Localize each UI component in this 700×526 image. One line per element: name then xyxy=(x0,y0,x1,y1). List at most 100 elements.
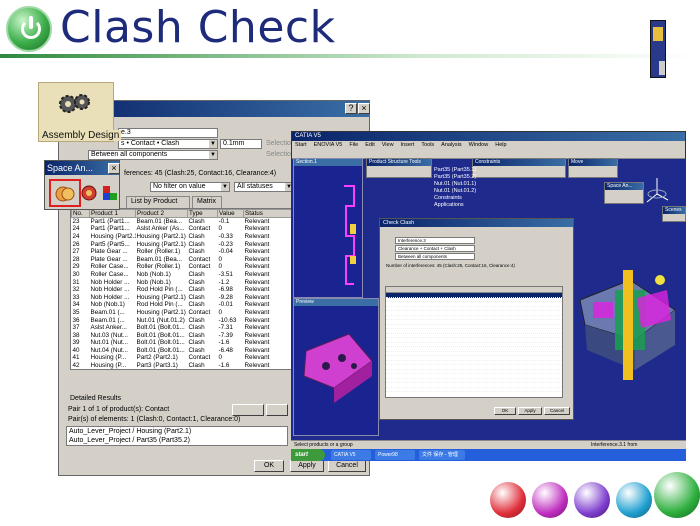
table-cell: -6.48 xyxy=(218,346,233,354)
table-row[interactable]: 35 Beam.01 (... Housing (Part2.1) Contact 0 R… xyxy=(72,308,296,317)
taskbar-item[interactable]: CATIA V5 xyxy=(331,450,371,460)
column-header[interactable]: Product 1 xyxy=(89,209,136,218)
prev-button[interactable] xyxy=(232,404,264,416)
compass-icon[interactable] xyxy=(644,176,670,206)
title-underline xyxy=(0,54,700,58)
table-cell: 26 xyxy=(72,240,80,248)
table-row[interactable]: 24 Housing (Part2.1) Housing (Part2.1) Clas… xyxy=(72,232,296,241)
table-row[interactable]: 39 Nut.01 (Nut... Bolt.01 (Bolt.01... Clash… xyxy=(72,339,296,347)
value-filter-select[interactable]: No filter on value xyxy=(150,182,230,192)
table-cell: Bolt.01 (Bolt.01... xyxy=(136,324,185,332)
table-row[interactable]: 27 Plate Gear ... Roller (Roller.1) Clash -0… xyxy=(72,248,296,256)
tree-item[interactable]: Constraints xyxy=(434,195,476,202)
check-name-field[interactable]: Interference.3 xyxy=(395,237,475,244)
table-cell: Contact xyxy=(188,308,211,316)
table-cell: 24 xyxy=(72,232,80,240)
table-cell: Relevant xyxy=(244,286,270,294)
menu-item[interactable]: Tools xyxy=(421,142,434,148)
clash-icon[interactable] xyxy=(53,183,123,205)
tree-item[interactable]: Part35 (Part35.1) xyxy=(434,167,476,174)
table-cell: Relevant xyxy=(244,225,270,233)
next-button[interactable] xyxy=(266,404,288,416)
table-cell: Relevant xyxy=(244,255,270,263)
menu-item[interactable]: Analysis xyxy=(441,142,461,148)
menu-item[interactable]: Insert xyxy=(401,142,415,148)
menu-item[interactable]: Window xyxy=(469,142,489,148)
table-row[interactable]: 23 Part1 (Part1... Beam.01 (Bea... Clash -0.… xyxy=(72,218,296,226)
menu-item[interactable]: View xyxy=(382,142,394,148)
menu-item[interactable]: Help xyxy=(495,142,506,148)
table-row[interactable]: 36 Beam.01 (... Nut.01 (Nut.01.2) Clash -10.… xyxy=(72,316,296,324)
table-row[interactable]: 33 Nob Holder ... Housing (Part2.1) Clash -9… xyxy=(72,293,296,301)
close-icon[interactable]: × xyxy=(358,103,370,114)
tree-item[interactable]: Nut.01 (Nut.01.1) xyxy=(434,181,476,188)
check-between-field[interactable]: Between all components xyxy=(395,253,475,260)
cancel-button[interactable]: Cancel xyxy=(328,460,366,472)
table-row[interactable]: 29 Roller Case... Roller (Roller.1) Contact… xyxy=(72,263,296,271)
table-row[interactable]: 24 Part1 (Part1... Aslst Anker (As... Conta… xyxy=(72,225,296,233)
table-row[interactable]: 32 Nob Holder ... Rod Hold Pin (... Clash -6… xyxy=(72,286,296,294)
table-cell: 23 xyxy=(72,218,80,226)
tree-item[interactable]: Applications xyxy=(434,202,476,209)
taskbar-item[interactable]: Power98 xyxy=(375,450,415,460)
table-row[interactable]: 26 Part5 (Part5... Housing (Part2.1) Clash -… xyxy=(72,240,296,248)
table-row[interactable]: 41 Housing (P... Part2 (Part2.1) Contact 0 Re… xyxy=(72,354,296,362)
taskbar-item[interactable]: 文件 保存 - 管理 xyxy=(419,450,465,460)
table-cell: Bolt.01 (Bolt.01... xyxy=(136,331,185,339)
table-row[interactable]: 37 Aslst Anker... Bolt.01 (Bolt.01... Clash… xyxy=(72,324,296,332)
table-cell: Clash xyxy=(188,232,205,240)
status-filter-select[interactable]: All statuses xyxy=(234,182,294,192)
clearance-field[interactable]: 0.1mm xyxy=(220,139,262,149)
table-cell: Housing (Part2.1) xyxy=(136,293,186,301)
column-header[interactable]: Type xyxy=(187,209,218,218)
table-cell: Roller Case... xyxy=(90,270,129,278)
table-row[interactable]: 28 Plate Gear ... Beam.01 (Bea... Contact 0 R… xyxy=(72,255,296,263)
start-button[interactable]: start xyxy=(291,449,325,461)
mini-table-row[interactable] xyxy=(386,388,562,392)
ok-button[interactable]: OK xyxy=(254,460,284,472)
table-row[interactable]: 43Housing (P...Part35 (Part35.1)Contact0… xyxy=(72,369,297,370)
table-cell: Part3 (Part3.1) xyxy=(136,362,178,370)
table-cell: 24 xyxy=(72,225,80,233)
name-field[interactable]: e.3 xyxy=(118,128,218,138)
tree-item[interactable]: Part35 (Part35.2) xyxy=(434,174,476,181)
table-cell: 0 xyxy=(218,369,244,370)
apply-button[interactable]: Apply xyxy=(290,460,324,472)
page-title: Clash Check xyxy=(60,2,336,53)
help-icon[interactable]: ? xyxy=(345,103,357,114)
check-type-field[interactable]: Clearance + Contact + Clash xyxy=(395,245,475,252)
tab-list-by-product[interactable]: List by Product xyxy=(126,196,190,208)
column-header[interactable]: Status xyxy=(243,209,295,218)
table-row[interactable]: 40 Nut.04 (Nut... Bolt.01 (Bolt.01... Clash… xyxy=(72,346,296,355)
table-cell: Relevant xyxy=(244,293,270,301)
mini-cancel-button[interactable]: Cancel xyxy=(544,407,570,415)
mini-apply-button[interactable]: Apply xyxy=(518,407,542,415)
table-cell: 30 xyxy=(72,270,80,278)
menu-item[interactable]: ENOVIA V5 xyxy=(314,142,343,148)
table-row[interactable]: 38 Nut.03 (Nut... Bolt.01 (Bolt.01... Clash… xyxy=(72,331,296,339)
mini-ok-button[interactable]: OK xyxy=(494,407,516,415)
type-select[interactable]: s • Contact • Clash xyxy=(118,139,218,149)
menu-item[interactable]: Start xyxy=(295,142,307,148)
table-row[interactable]: 31 Nob Holder ... Nob (Nob.1) Clash -1.2 Rele… xyxy=(72,278,296,286)
menu-item[interactable]: Edit xyxy=(365,142,374,148)
table-cell: Clash xyxy=(188,218,205,226)
table-cell: Nut.04 (Nut... xyxy=(90,346,128,354)
column-header[interactable]: Value xyxy=(217,209,244,218)
section-label: Section.1 xyxy=(294,159,362,166)
between-select[interactable]: Between all components xyxy=(88,150,218,160)
table-cell: 32 xyxy=(72,286,80,294)
tree-item[interactable]: Nut.01 (Nut.01.2) xyxy=(434,188,476,195)
column-header[interactable]: Product 2 xyxy=(135,209,188,218)
catia-menubar: Start ENOVIA V5 File Edit View Insert Tools Ana… xyxy=(292,141,685,150)
table-cell: 35 xyxy=(72,308,80,316)
tab-matrix[interactable]: Matrix xyxy=(192,196,222,208)
table-row[interactable]: 34 Nob (Nob.1) Rod Hold Pin (... Clash -0.01… xyxy=(72,301,296,309)
table-row[interactable]: 30 Roller Case... Nob (Nob.1) Clash -3.51 Rel… xyxy=(72,270,296,279)
table-cell: Contact xyxy=(188,263,211,271)
table-row[interactable]: 42 Housing (P... Part3 (Part3.1) Clash -1.6 R… xyxy=(72,362,296,370)
menu-item[interactable]: File xyxy=(349,142,358,148)
product-tree: Part35 (Part35.1) Part35 (Part35.2) Nut.… xyxy=(434,167,476,209)
close-icon[interactable]: × xyxy=(108,163,120,174)
column-header[interactable]: No. xyxy=(71,209,90,218)
